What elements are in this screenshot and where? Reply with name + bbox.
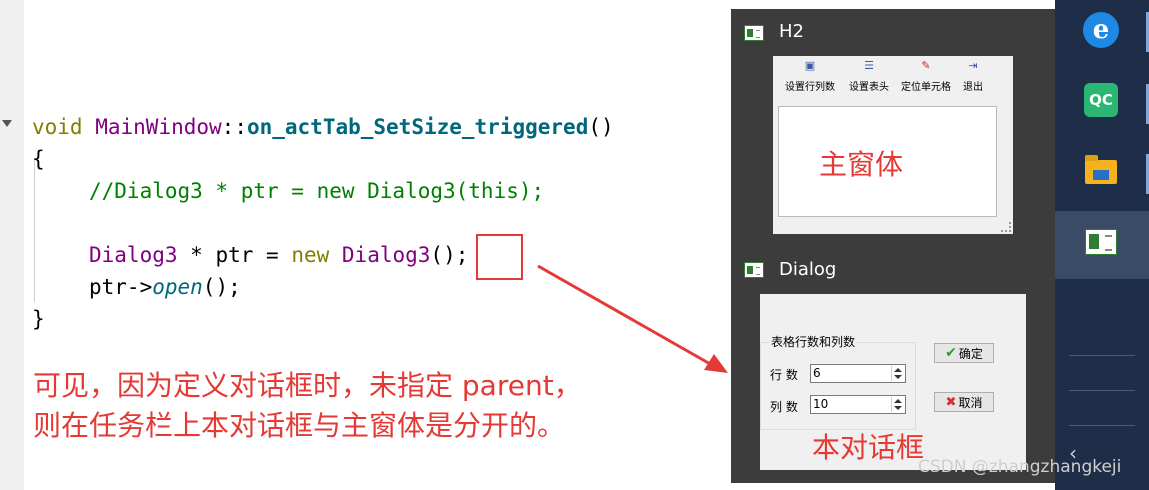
group-box-title: 表格行数和列数 xyxy=(769,333,858,350)
size-group-box xyxy=(760,342,916,430)
table-grid-icon: ▣ xyxy=(804,59,816,72)
main-window-caption: 主窗体 xyxy=(819,148,904,181)
cross-icon: ✖ xyxy=(945,394,957,410)
taskbar-qtcreator-button[interactable]: QC xyxy=(1055,70,1149,138)
dialog-preview-title: Dialog xyxy=(779,259,837,280)
qt-creator-icon: QC xyxy=(1084,83,1118,117)
list-icon: ☰ xyxy=(864,59,874,72)
edge-browser-icon: e xyxy=(1083,12,1119,48)
cols-label: 列 数 xyxy=(770,400,798,414)
watermark: CSDN @zhangzhangkeji xyxy=(918,457,1122,477)
rows-label: 行 数 xyxy=(770,368,798,382)
toolbar-locate-cell-button[interactable]: ✎ 定位单元格 xyxy=(901,59,951,94)
taskbar-divider xyxy=(1069,425,1135,426)
taskbar: e QC ‹ xyxy=(1055,0,1149,490)
app-window-icon xyxy=(744,25,764,41)
locate-pin-icon: ✎ xyxy=(921,59,931,72)
main-window-client-area: 主窗体 xyxy=(778,106,997,217)
rows-spinbox[interactable]: 6 xyxy=(810,364,906,383)
dialog-caption: 本对话框 xyxy=(812,431,925,464)
main-window-preview-title: H2 xyxy=(779,21,804,42)
file-explorer-icon xyxy=(1085,155,1117,184)
taskbar-explorer-button[interactable] xyxy=(1055,140,1149,208)
toolbar-set-size-button[interactable]: ▣ 设置行列数 xyxy=(785,59,835,94)
taskbar-app-button[interactable] xyxy=(1055,211,1149,279)
rows-value: 6 xyxy=(813,366,821,380)
cols-spin-arrows[interactable] xyxy=(891,397,904,412)
exit-door-icon: ⇥ xyxy=(968,59,978,72)
resize-grip-icon[interactable] xyxy=(1001,222,1011,232)
cols-value: 10 xyxy=(813,397,829,411)
spin-up-icon[interactable] xyxy=(894,399,902,403)
spin-down-icon[interactable] xyxy=(894,375,902,379)
spin-up-icon[interactable] xyxy=(894,368,902,372)
app-window-icon xyxy=(1085,229,1117,255)
spin-down-icon[interactable] xyxy=(894,406,902,410)
toolbar-set-header-button[interactable]: ☰ 设置表头 xyxy=(849,59,889,94)
taskbar-divider xyxy=(1069,390,1135,391)
toolbar-exit-button[interactable]: ⇥ 退出 xyxy=(963,59,983,94)
main-window-thumbnail[interactable]: ▣ 设置行列数 ☰ 设置表头 ✎ 定位单元格 ⇥ 退出 主窗体 xyxy=(773,56,1013,234)
dialog-thumbnail[interactable]: 表格行数和列数 行 数 6 列 数 10 ✔ 确定 ✖ 取消 本对话框 xyxy=(760,294,1026,470)
taskbar-preview-panel: H2 ▣ 设置行列数 ☰ 设置表头 ✎ 定位单元格 ⇥ 退出 主窗体 Dialo… xyxy=(731,9,1055,483)
ok-button[interactable]: ✔ 确定 xyxy=(934,343,994,363)
checkmark-icon: ✔ xyxy=(945,345,957,361)
rows-spin-arrows[interactable] xyxy=(891,366,904,381)
taskbar-edge-button[interactable]: e xyxy=(1055,0,1149,68)
dialog-window-icon xyxy=(744,262,764,278)
taskbar-divider xyxy=(1069,355,1135,356)
cancel-button[interactable]: ✖ 取消 xyxy=(934,392,994,412)
cols-spinbox[interactable]: 10 xyxy=(810,395,906,414)
